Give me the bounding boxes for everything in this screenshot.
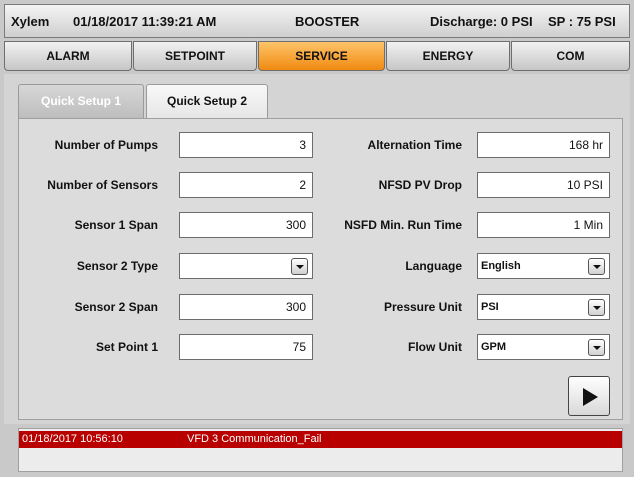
sensor-1-span-field[interactable]: 300 bbox=[179, 212, 313, 238]
tab-service[interactable]: SERVICE bbox=[258, 41, 385, 71]
tab-com[interactable]: COM bbox=[511, 41, 630, 71]
alarm-timestamp: 01/18/2017 10:56:10 bbox=[22, 433, 123, 445]
number-of-sensors-field[interactable]: 2 bbox=[179, 172, 313, 198]
number-of-pumps-field[interactable]: 3 bbox=[179, 132, 313, 158]
app-name: Xylem bbox=[11, 14, 50, 29]
screen-name: BOOSTER bbox=[295, 14, 360, 29]
sensor-2-type-select[interactable] bbox=[179, 253, 313, 279]
label-language: Language bbox=[405, 259, 462, 273]
nfsd-pv-drop-field[interactable]: 10 PSI bbox=[477, 172, 610, 198]
datetime: 01/18/2017 11:39:21 AM bbox=[73, 14, 217, 29]
chevron-down-icon[interactable] bbox=[588, 299, 605, 316]
tab-quick-setup-1[interactable]: Quick Setup 1 bbox=[18, 84, 144, 118]
setpoint-readout: SP : 75 PSI bbox=[548, 14, 616, 29]
label-flow-unit: Flow Unit bbox=[408, 340, 462, 354]
tab-alarm[interactable]: ALARM bbox=[4, 41, 132, 71]
tab-setpoint[interactable]: SETPOINT bbox=[133, 41, 257, 71]
set-point-1-field[interactable]: 75 bbox=[179, 334, 313, 360]
pressure-unit-value: PSI bbox=[481, 301, 499, 313]
label-pressure-unit: Pressure Unit bbox=[383, 300, 462, 314]
flow-unit-value: GPM bbox=[481, 341, 507, 353]
label-nsfd-min-run-time: NSFD Min. Run Time bbox=[344, 218, 462, 232]
label-sensor-1-span: Sensor 1 Span bbox=[74, 218, 158, 232]
language-value: English bbox=[481, 260, 521, 272]
label-number-of-pumps: Number of Pumps bbox=[54, 138, 158, 152]
sensor-2-span-field[interactable]: 300 bbox=[179, 294, 313, 320]
chevron-down-icon[interactable] bbox=[588, 339, 605, 356]
tab-quick-setup-2[interactable]: Quick Setup 2 bbox=[146, 84, 268, 118]
alarm-banner: 01/18/2017 10:56:10 VFD 3 Communication_… bbox=[18, 428, 623, 472]
alternation-time-field[interactable]: 168 hr bbox=[477, 132, 610, 158]
chevron-down-icon[interactable] bbox=[588, 258, 605, 275]
nsfd-min-run-time-field[interactable]: 1 Min bbox=[477, 212, 610, 238]
chevron-down-icon[interactable] bbox=[291, 258, 308, 275]
flow-unit-select[interactable]: GPM bbox=[477, 334, 610, 360]
label-sensor-2-span: Sensor 2 Span bbox=[74, 300, 158, 314]
label-sensor-2-type: Sensor 2 Type bbox=[76, 259, 158, 273]
play-arrow-icon[interactable] bbox=[568, 376, 610, 416]
discharge-readout: Discharge: 0 PSI bbox=[430, 14, 533, 29]
label-nfsd-pv-drop: NFSD PV Drop bbox=[378, 178, 462, 192]
main-nav: ALARM SETPOINT SERVICE ENERGY COM bbox=[4, 41, 630, 71]
alarm-message: VFD 3 Communication_Fail bbox=[187, 433, 322, 445]
pressure-unit-select[interactable]: PSI bbox=[477, 294, 610, 320]
status-header: Xylem 01/18/2017 11:39:21 AM BOOSTER Dis… bbox=[4, 4, 630, 38]
label-set-point-1: Set Point 1 bbox=[95, 340, 158, 354]
label-number-of-sensors: Number of Sensors bbox=[47, 178, 158, 192]
label-alternation-time: Alternation Time bbox=[367, 138, 462, 152]
alarm-row[interactable]: 01/18/2017 10:56:10 VFD 3 Communication_… bbox=[19, 431, 622, 448]
hmi-screen: Xylem 01/18/2017 11:39:21 AM BOOSTER Dis… bbox=[0, 0, 634, 477]
tab-energy[interactable]: ENERGY bbox=[386, 41, 510, 71]
language-select[interactable]: English bbox=[477, 253, 610, 279]
